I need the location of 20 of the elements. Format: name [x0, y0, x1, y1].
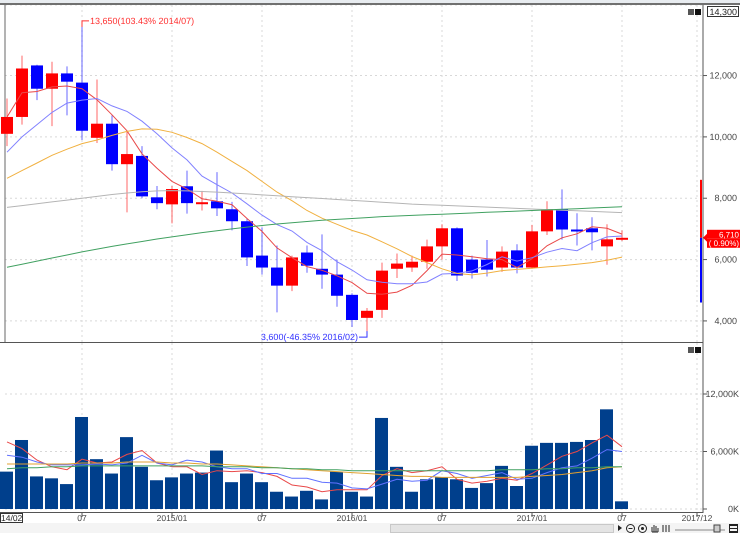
- volume-axis-label: 12,000K: [705, 389, 739, 399]
- date-axis-label: 07: [437, 513, 447, 523]
- date-axis-label: 2017/12: [682, 513, 712, 523]
- volume-axis-label: 0K: [728, 504, 739, 514]
- price-axis-label: 12,000: [709, 70, 737, 81]
- date-axis-label: 14/02: [0, 513, 23, 523]
- date-axis-label: 2015/01: [156, 513, 188, 523]
- price-axis-label: 10,000: [709, 132, 737, 142]
- date-axis-label: 07: [617, 513, 627, 523]
- price-axis-label: 4,000: [714, 316, 737, 326]
- high-annotation: 13,650(103.43% 2014/07): [90, 16, 194, 26]
- price-axis-label: 14,300: [707, 6, 739, 17]
- date-axis-label: 07: [257, 513, 267, 523]
- date-axis-label: 2016/01: [336, 513, 368, 523]
- low-annotation: 3,600(-46.35% 2016/02): [260, 332, 358, 342]
- price-axis-label: 8,000: [714, 193, 737, 204]
- date-axis-label: 2017/01: [516, 513, 548, 523]
- date-axis-label: 07: [77, 513, 87, 523]
- price-axis-label: 6,000: [714, 254, 737, 265]
- volume-axis-label: 6,000K: [710, 446, 739, 456]
